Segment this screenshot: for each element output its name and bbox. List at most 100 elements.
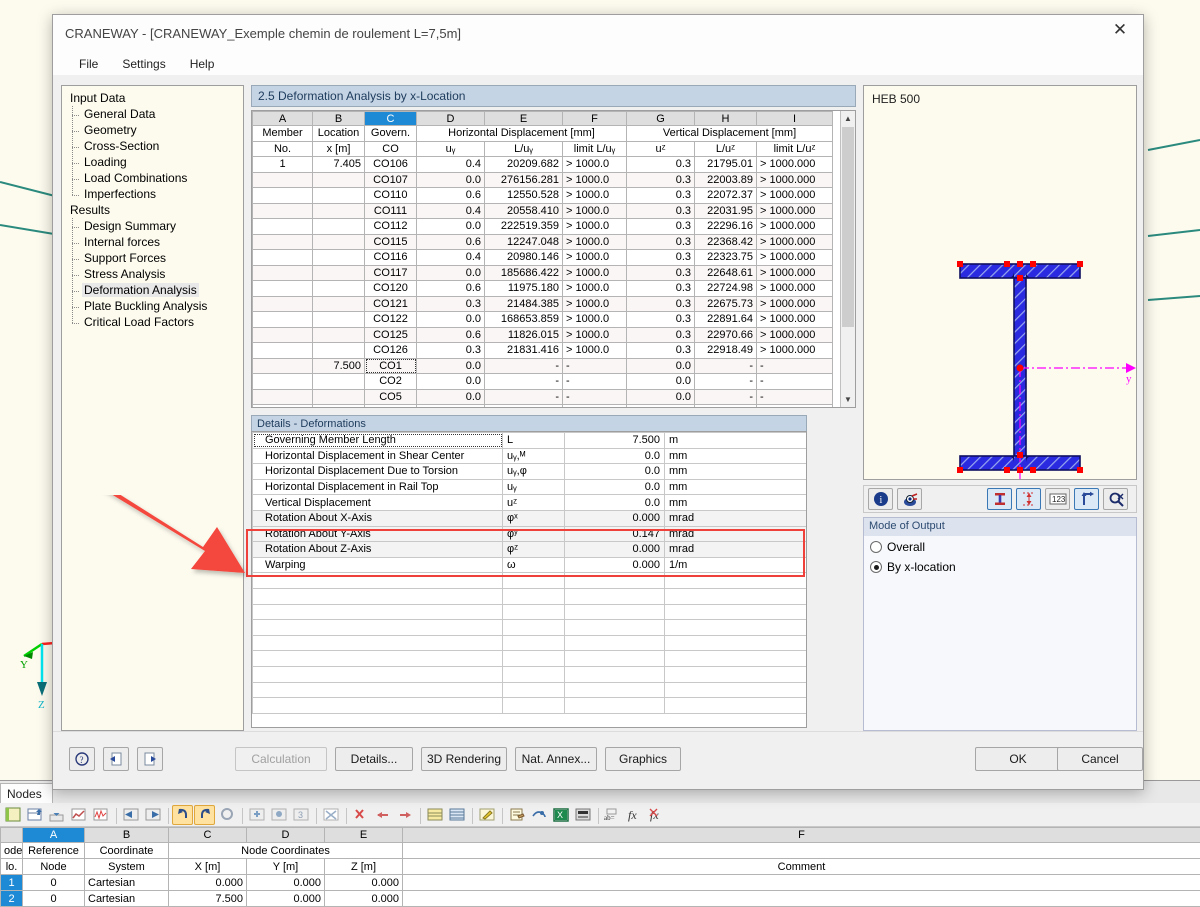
details-cell-label[interactable]: Rotation About X-Axis	[253, 510, 503, 526]
cell-limy[interactable]: -	[563, 358, 627, 374]
details-row[interactable]: Rotation About Y-Axisφʸ0.147mrad	[253, 526, 807, 542]
cell-member[interactable]	[253, 234, 313, 250]
cell-member[interactable]	[253, 188, 313, 204]
cross-section-view[interactable]: HEB 500	[863, 85, 1137, 480]
cancel-button[interactable]: Cancel	[1057, 747, 1143, 771]
details-cell-value[interactable]: 0.0	[565, 495, 665, 511]
cell-luy[interactable]: -	[485, 374, 563, 390]
cell-luy[interactable]: -	[485, 405, 563, 408]
cell-luz[interactable]: 22648.61	[695, 265, 757, 281]
nat-annex-button[interactable]: Nat. Annex...	[515, 747, 597, 771]
cell-member[interactable]	[253, 405, 313, 408]
col-D[interactable]: D	[417, 112, 485, 126]
cell-limy[interactable]: > 1000.0	[563, 296, 627, 312]
grid-vertical-scrollbar[interactable]: ▲ ▼	[840, 111, 855, 407]
cell-limy[interactable]: > 1000.0	[563, 312, 627, 328]
cell-y[interactable]: 0.000	[247, 891, 325, 907]
cell-co[interactable]: CO106	[365, 157, 417, 173]
details-cell-label[interactable]: Governing Member Length	[253, 433, 503, 449]
col-H[interactable]: H	[695, 112, 757, 126]
col-C[interactable]: C	[169, 828, 247, 843]
insert-row-icon[interactable]	[24, 805, 45, 825]
dimensions-icon[interactable]	[1016, 488, 1041, 510]
cell-luz[interactable]: 21795.01	[695, 157, 757, 173]
col-E[interactable]: E	[485, 112, 563, 126]
details-row[interactable]: Horizontal Displacement in Rail Topuᵧ0.0…	[253, 479, 807, 495]
ok-button[interactable]: OK	[975, 747, 1061, 771]
cell-limz[interactable]: > 1000.000	[757, 327, 833, 343]
cell-luy[interactable]: 20558.410	[485, 203, 563, 219]
cell-loc[interactable]	[313, 296, 365, 312]
report-icon[interactable]	[506, 805, 527, 825]
cell-uz[interactable]: 0.0	[627, 405, 695, 408]
cell-uy[interactable]: 0.0	[417, 389, 485, 405]
excel-export-icon[interactable]: X	[550, 805, 571, 825]
navigation-tree[interactable]: Input Data General Data Geometry Cross-S…	[61, 85, 244, 731]
details-row[interactable]: Governing Member LengthL7.500m	[253, 433, 807, 449]
cell-luz[interactable]: 22031.95	[695, 203, 757, 219]
cell-loc[interactable]	[313, 312, 365, 328]
cell-luz[interactable]: -	[695, 389, 757, 405]
cell-limy[interactable]: > 1000.0	[563, 157, 627, 173]
cell-luy[interactable]: 12550.528	[485, 188, 563, 204]
cell-luy[interactable]: 20209.682	[485, 157, 563, 173]
add-icon[interactable]	[246, 805, 267, 825]
cell-loc[interactable]	[313, 219, 365, 235]
table-row[interactable]: CO1220.0168653.859> 1000.00.322891.64> 1…	[253, 312, 833, 328]
tree-group-results[interactable]: Results	[68, 202, 243, 218]
details-cell-symbol[interactable]: uᵧ,φ	[503, 464, 565, 480]
cell-member[interactable]	[253, 265, 313, 281]
cell-uy[interactable]: 0.0	[417, 219, 485, 235]
cell-reference-node[interactable]: 0	[23, 875, 85, 891]
sidebar-item-load-combinations[interactable]: Load Combinations	[68, 170, 243, 186]
cell-member[interactable]	[253, 281, 313, 297]
graphics-button[interactable]: Graphics	[605, 747, 681, 771]
radio-overall-indicator[interactable]	[870, 541, 882, 553]
cell-uz[interactable]: 0.3	[627, 296, 695, 312]
cell-reference-node[interactable]: 0	[23, 891, 85, 907]
table-blue-icon[interactable]	[446, 805, 467, 825]
render-view-icon[interactable]	[897, 488, 922, 510]
cell-uy[interactable]: 0.0	[417, 405, 485, 408]
cell-uy[interactable]: 0.0	[417, 374, 485, 390]
cell-luy[interactable]: 11826.015	[485, 327, 563, 343]
details-cell-label[interactable]: Horizontal Displacement Due to Torsion	[253, 464, 503, 480]
cell-loc[interactable]	[313, 374, 365, 390]
cell-loc[interactable]	[313, 405, 365, 408]
cell-loc[interactable]: 7.500	[313, 358, 365, 374]
col-F[interactable]: F	[403, 828, 1200, 843]
results-grid-scroll[interactable]: A B C D E F G H I Member Location	[252, 111, 840, 407]
edit-node-icon[interactable]	[268, 805, 289, 825]
details-cell-symbol[interactable]: φˣ	[503, 510, 565, 526]
cell-limz[interactable]: > 1000.000	[757, 234, 833, 250]
details-cell-value[interactable]: 0.147	[565, 526, 665, 542]
cell-member[interactable]	[253, 343, 313, 359]
sidebar-item-support-forces[interactable]: Support Forces	[68, 250, 243, 266]
table-row[interactable]: CO1110.420558.410> 1000.00.322031.95> 10…	[253, 203, 833, 219]
col-A[interactable]: A	[23, 828, 85, 843]
nodes-grid[interactable]: A B C D E F ode Reference Coordinate Nod…	[0, 827, 1200, 907]
cell-limz[interactable]: > 1000.000	[757, 219, 833, 235]
cell-luz[interactable]: -	[695, 358, 757, 374]
cell-z[interactable]: 0.000	[325, 875, 403, 891]
cell-loc[interactable]	[313, 327, 365, 343]
cell-co[interactable]: CO107	[365, 172, 417, 188]
cell-luy[interactable]: 12247.048	[485, 234, 563, 250]
cell-loc[interactable]	[313, 281, 365, 297]
cell-limz[interactable]: > 1000.000	[757, 281, 833, 297]
import-icon[interactable]	[46, 805, 67, 825]
details-cell-unit[interactable]: mm	[665, 495, 807, 511]
calculator-icon[interactable]	[572, 805, 593, 825]
cell-luz[interactable]: 22003.89	[695, 172, 757, 188]
cell-uz[interactable]: 0.3	[627, 172, 695, 188]
radio-by-x-location[interactable]: By x-location	[864, 556, 1136, 576]
table-row[interactable]: CO1160.420980.146> 1000.00.322323.75> 10…	[253, 250, 833, 266]
printer-icon[interactable]	[528, 805, 549, 825]
cell-co[interactable]: CO116	[365, 250, 417, 266]
details-row[interactable]: Warpingω0.0001/m	[253, 557, 807, 573]
zoom-icon[interactable]	[1103, 488, 1128, 510]
cell-co[interactable]: CO122	[365, 312, 417, 328]
table-row[interactable]: CO1120.0222519.359> 1000.00.322296.16> 1…	[253, 219, 833, 235]
cell-co[interactable]: CO2	[365, 374, 417, 390]
cell-luy[interactable]: 185686.422	[485, 265, 563, 281]
